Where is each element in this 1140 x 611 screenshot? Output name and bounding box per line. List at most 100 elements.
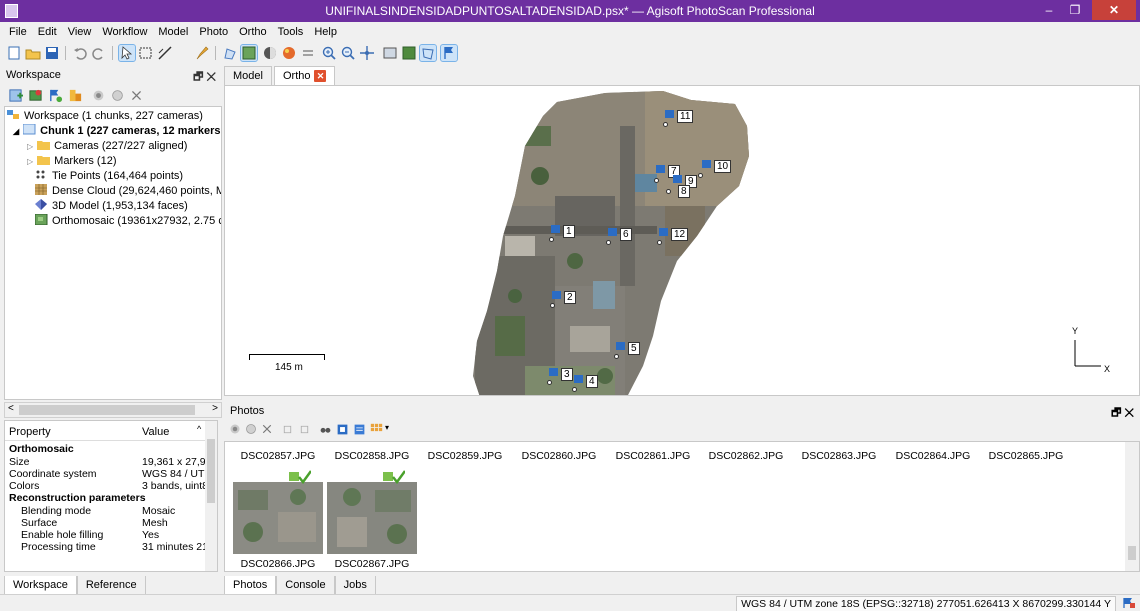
menu-workflow[interactable]: Workflow [97,23,153,42]
marker-10[interactable]: 10 [698,160,732,178]
close-tab-icon[interactable]: ✕ [314,70,327,82]
menu-view[interactable]: View [63,23,98,42]
photos-vertical-scrollbar[interactable] [1125,442,1139,571]
polygon-selection-icon[interactable] [419,44,437,62]
tree-item-tie-points[interactable]: Tie Points (164,464 points) [35,169,183,184]
property-row: Reconstruction parameters [5,492,207,504]
tree-item-chunk[interactable]: ◢ Chunk 1 (227 cameras, 12 markers, 16 [13,124,221,139]
disable-icon[interactable] [111,89,124,102]
zoom-in-icon[interactable] [321,45,337,61]
minimize-button[interactable]: – [1036,0,1062,20]
remove-icon[interactable] [130,89,143,102]
photo-label: DSC02857.JPG [240,450,316,462]
navigation-cursor-icon[interactable] [118,44,136,62]
menu-file[interactable]: File [4,23,33,42]
marker-8[interactable]: 8 [666,185,690,198]
tree-item-orthomosaic[interactable]: Orthomosaic (19361x27932, 2.75 cm/ [35,214,221,229]
tab-photos[interactable]: Photos [224,576,277,596]
scrollbar-thumb[interactable] [207,439,215,503]
scrollbar-thumb[interactable] [19,405,195,415]
tree-item-workspace[interactable]: Workspace (1 chunks, 227 cameras) [7,109,203,124]
menu-model[interactable]: Model [153,23,194,42]
tree-item-markers[interactable]: ▷ Markers (12) [27,154,117,169]
tab-ortho[interactable]: Ortho ✕ [273,66,336,85]
image-view-icon[interactable] [382,45,398,61]
tab-reference[interactable]: Reference [76,576,146,596]
workspace-horizontal-scrollbar[interactable]: < > [4,402,222,418]
property-vertical-scrollbar[interactable] [205,421,217,571]
details-view-icon[interactable] [353,423,366,436]
shading-icon[interactable] [262,45,278,61]
marker-2[interactable]: 2 [550,291,576,308]
redo-icon[interactable] [91,45,107,61]
tab-model[interactable]: Model [224,66,272,85]
expander-icon[interactable]: ◢ [13,127,19,136]
move-icon[interactable] [359,45,375,61]
panel-float-close-icon[interactable]: 🗗 ✕ [193,68,216,87]
merge-chunks-icon[interactable] [68,88,83,103]
workspace-tree: Workspace (1 chunks, 227 cameras) ◢ Chunk… [4,106,222,400]
header-value[interactable]: Value [142,426,169,438]
header-property[interactable]: Property [9,426,51,438]
marker-3[interactable]: 3 [547,368,573,385]
marker-11[interactable]: 11 [663,110,694,127]
tab-console[interactable]: Console [276,576,335,596]
grid-view-icon[interactable] [401,45,417,61]
photo-item[interactable]: DSC02866.JPG [233,468,323,570]
add-chunk-icon[interactable] [8,88,23,103]
property-row: Surface Mesh [5,517,207,529]
brush-icon[interactable] [194,45,210,61]
ortho-viewport[interactable]: 11 7 10 9 8 1 6 12 2 5 3 4 145 m Y X [224,85,1140,396]
dropdown-arrow-icon[interactable]: ▾ [385,423,389,432]
marker-6[interactable]: 6 [606,228,632,245]
orthomosaic-view-icon[interactable] [240,44,258,62]
open-folder-icon[interactable] [25,45,41,61]
zoom-out-icon[interactable] [340,45,356,61]
menu-tools[interactable]: Tools [273,23,310,42]
expander-icon[interactable]: ▷ [27,142,33,151]
marker-5[interactable]: 5 [614,342,640,359]
window-title: UNIFINALSINDENSIDADPUNTOSALTADENSIDAD.ps… [325,4,815,18]
add-photos-icon[interactable] [28,88,43,103]
menu-help[interactable]: Help [309,23,343,42]
tab-workspace[interactable]: Workspace [4,576,77,596]
enable-camera-icon[interactable] [229,423,241,435]
thumbnail-size-icon[interactable] [370,423,383,436]
marker-12[interactable]: 12 [657,228,689,245]
add-markers-icon[interactable] [48,88,63,103]
tree-item-cameras[interactable]: ▷ Cameras (227/227 aligned) [27,139,187,154]
expander-icon[interactable]: ▷ [27,157,33,166]
swap-icon[interactable] [300,45,316,61]
menu-edit[interactable]: Edit [33,23,63,42]
scrollbar-thumb[interactable] [1128,546,1136,560]
tree-item-dense-cloud[interactable]: Dense Cloud (29,624,460 points, Mec [35,184,221,199]
photo-item[interactable]: DSC02867.JPG [327,468,417,570]
filter-photos-icon[interactable] [319,423,332,436]
enable-icon[interactable] [92,89,105,102]
tab-jobs[interactable]: Jobs [334,576,376,596]
maximize-button[interactable]: ❐ [1062,0,1088,20]
marker-1[interactable]: 1 [549,225,575,242]
tree-item-3d-model[interactable]: 3D Model (1,953,134 faces) [35,199,188,214]
rotate-left-icon[interactable] [281,423,294,436]
tree-item-label: Workspace (1 chunks, 227 cameras) [24,110,203,122]
rectangle-selection-icon[interactable] [138,45,154,61]
marker-4[interactable]: 4 [572,375,598,392]
image-quality-icon[interactable] [336,423,349,436]
remove-camera-icon[interactable] [261,423,273,435]
scroll-left-icon[interactable]: < [8,403,14,414]
menu-photo[interactable]: Photo [194,23,234,42]
aligned-check-icon [383,470,405,484]
rotate-right-icon[interactable] [298,423,311,436]
ruler-icon[interactable] [157,45,173,61]
draw-polygon-icon[interactable] [222,45,238,61]
close-button[interactable]: ✕ [1092,0,1136,20]
disable-camera-icon[interactable] [245,423,257,435]
markers-flag-icon[interactable] [440,44,458,62]
undo-icon[interactable] [72,45,88,61]
save-icon[interactable] [44,45,60,61]
scroll-right-icon[interactable]: > [212,403,218,414]
texture-icon[interactable] [281,45,297,61]
new-document-icon[interactable] [6,45,22,61]
menu-ortho[interactable]: Ortho [234,23,273,42]
